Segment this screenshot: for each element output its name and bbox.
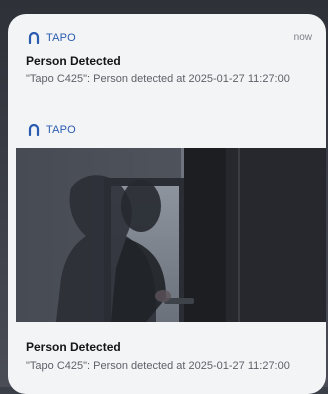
notification-card-expanded[interactable]: TAPO Person Detected "Tapo C425": Person… — [8, 114, 326, 394]
app-name: TAPO — [46, 32, 76, 44]
snapshot-graphic — [16, 148, 326, 322]
notification-title: Person Detected — [26, 340, 121, 354]
tapo-app-icon — [28, 32, 40, 44]
camera-snapshot-image[interactable] — [16, 148, 326, 322]
notification-stack: TAPO now Person Detected "Tapo C425": Pe… — [8, 14, 326, 394]
tapo-app-icon — [28, 124, 40, 136]
app-name: TAPO — [46, 124, 76, 136]
notification-card[interactable]: TAPO now Person Detected "Tapo C425": Pe… — [8, 14, 326, 108]
app-header: TAPO — [28, 122, 76, 138]
notification-body: "Tapo C425": Person detected at 2025-01-… — [26, 73, 290, 85]
notification-body: "Tapo C425": Person detected at 2025-01-… — [26, 360, 290, 372]
app-header: TAPO — [28, 30, 76, 46]
notification-title: Person Detected — [26, 54, 121, 68]
notification-time: now — [293, 32, 312, 43]
